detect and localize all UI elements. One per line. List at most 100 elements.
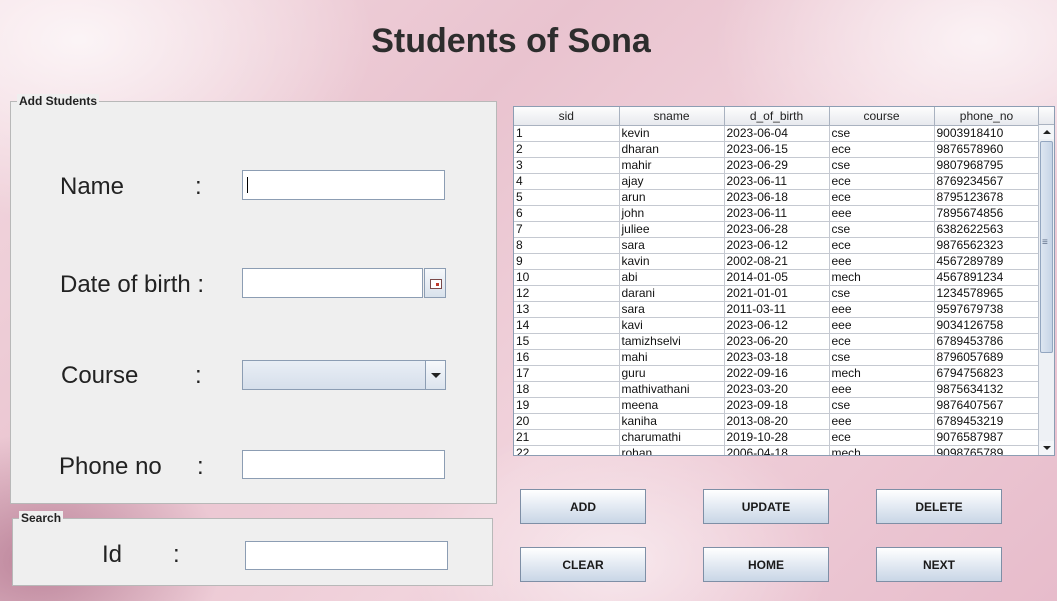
- table-cell-sname[interactable]: mahi: [619, 349, 725, 366]
- table-cell-sid[interactable]: 3: [514, 157, 620, 174]
- table-cell-d-of-birth[interactable]: 2023-06-15: [724, 141, 830, 158]
- table-cell-course[interactable]: ece: [829, 173, 935, 190]
- table-cell-course[interactable]: cse: [829, 349, 935, 366]
- course-select[interactable]: [242, 360, 446, 390]
- table-cell-course[interactable]: cse: [829, 285, 935, 302]
- table-cell-phone-no[interactable]: 9597679738: [934, 301, 1040, 318]
- table-cell-sid[interactable]: 7: [514, 221, 620, 238]
- table-cell-d-of-birth[interactable]: 2023-06-11: [724, 173, 830, 190]
- column-header-sname[interactable]: sname: [619, 107, 725, 126]
- table-cell-sid[interactable]: 15: [514, 333, 620, 350]
- table-row[interactable]: 12 darani 2021-01-01 cse 1234578965: [514, 285, 1040, 302]
- table-cell-sid[interactable]: 10: [514, 269, 620, 286]
- table-cell-sname[interactable]: charumathi: [619, 429, 725, 446]
- table-cell-sid[interactable]: 6: [514, 205, 620, 222]
- column-header-sid[interactable]: sid: [514, 107, 620, 126]
- table-row[interactable]: 18 mathivathani 2023-03-20 eee 9875634132: [514, 381, 1040, 398]
- table-row[interactable]: 6 john 2023-06-11 eee 7895674856: [514, 205, 1040, 222]
- table-cell-sname[interactable]: kevin: [619, 125, 725, 142]
- table-cell-phone-no[interactable]: 6789453786: [934, 333, 1040, 350]
- table-cell-course[interactable]: eee: [829, 301, 935, 318]
- table-cell-phone-no[interactable]: 9876578960: [934, 141, 1040, 158]
- table-row[interactable]: 4 ajay 2023-06-11 ece 8769234567: [514, 173, 1040, 190]
- scroll-up-icon[interactable]: [1039, 125, 1054, 139]
- table-cell-sid[interactable]: 9: [514, 253, 620, 270]
- table-cell-sid[interactable]: 22: [514, 445, 620, 455]
- table-cell-sid[interactable]: 21: [514, 429, 620, 446]
- table-cell-sid[interactable]: 5: [514, 189, 620, 206]
- next-button[interactable]: NEXT: [876, 547, 1002, 582]
- table-cell-d-of-birth[interactable]: 2006-04-18: [724, 445, 830, 455]
- table-row[interactable]: 5 arun 2023-06-18 ece 8795123678: [514, 189, 1040, 206]
- update-button[interactable]: UPDATE: [703, 489, 829, 524]
- table-cell-d-of-birth[interactable]: 2019-10-28: [724, 429, 830, 446]
- table-cell-d-of-birth[interactable]: 2023-06-11: [724, 205, 830, 222]
- table-row[interactable]: 21 charumathi 2019-10-28 ece 9076587987: [514, 429, 1040, 446]
- table-cell-d-of-birth[interactable]: 2023-03-18: [724, 349, 830, 366]
- table-cell-d-of-birth[interactable]: 2023-06-20: [724, 333, 830, 350]
- table-cell-sid[interactable]: 13: [514, 301, 620, 318]
- table-cell-sname[interactable]: arun: [619, 189, 725, 206]
- table-cell-phone-no[interactable]: 8769234567: [934, 173, 1040, 190]
- table-cell-d-of-birth[interactable]: 2023-03-20: [724, 381, 830, 398]
- table-cell-phone-no[interactable]: 9034126758: [934, 317, 1040, 334]
- table-cell-phone-no[interactable]: 6382622563: [934, 221, 1040, 238]
- table-cell-sname[interactable]: dharan: [619, 141, 725, 158]
- table-row[interactable]: 17 guru 2022-09-16 mech 6794756823: [514, 365, 1040, 382]
- table-cell-sid[interactable]: 1: [514, 125, 620, 142]
- students-table[interactable]: sid sname d_of_birth course phone_no 1 ke…: [513, 106, 1055, 456]
- table-cell-phone-no[interactable]: 9875634132: [934, 381, 1040, 398]
- table-row[interactable]: 19 meena 2023-09-18 cse 9876407567: [514, 397, 1040, 414]
- table-cell-phone-no[interactable]: 9098765789: [934, 445, 1040, 455]
- table-cell-sid[interactable]: 18: [514, 381, 620, 398]
- table-row[interactable]: 8 sara 2023-06-12 ece 9876562323: [514, 237, 1040, 254]
- table-cell-d-of-birth[interactable]: 2013-08-20: [724, 413, 830, 430]
- table-row[interactable]: 7 juliee 2023-06-28 cse 6382622563: [514, 221, 1040, 238]
- table-cell-phone-no[interactable]: 1234578965: [934, 285, 1040, 302]
- table-cell-sname[interactable]: darani: [619, 285, 725, 302]
- table-cell-course[interactable]: ece: [829, 237, 935, 254]
- table-cell-d-of-birth[interactable]: 2023-06-29: [724, 157, 830, 174]
- table-cell-phone-no[interactable]: 6789453219: [934, 413, 1040, 430]
- table-cell-phone-no[interactable]: 9003918410: [934, 125, 1040, 142]
- table-cell-course[interactable]: eee: [829, 317, 935, 334]
- table-cell-d-of-birth[interactable]: 2022-09-16: [724, 365, 830, 382]
- table-cell-course[interactable]: eee: [829, 413, 935, 430]
- table-cell-course[interactable]: cse: [829, 397, 935, 414]
- table-cell-course[interactable]: mech: [829, 269, 935, 286]
- table-row[interactable]: 14 kavi 2023-06-12 eee 9034126758: [514, 317, 1040, 334]
- delete-button[interactable]: DELETE: [876, 489, 1002, 524]
- table-cell-phone-no[interactable]: 4567891234: [934, 269, 1040, 286]
- scroll-down-icon[interactable]: [1039, 441, 1054, 455]
- table-cell-course[interactable]: eee: [829, 381, 935, 398]
- table-cell-sid[interactable]: 16: [514, 349, 620, 366]
- table-cell-course[interactable]: mech: [829, 445, 935, 455]
- calendar-button[interactable]: [424, 268, 446, 298]
- table-cell-sid[interactable]: 12: [514, 285, 620, 302]
- table-cell-phone-no[interactable]: 9807968795: [934, 157, 1040, 174]
- table-cell-course[interactable]: cse: [829, 125, 935, 142]
- phone-input[interactable]: [242, 450, 445, 479]
- table-cell-sname[interactable]: kaniha: [619, 413, 725, 430]
- table-cell-course[interactable]: ece: [829, 141, 935, 158]
- table-cell-course[interactable]: ece: [829, 333, 935, 350]
- table-cell-d-of-birth[interactable]: 2023-06-12: [724, 237, 830, 254]
- table-cell-course[interactable]: ece: [829, 429, 935, 446]
- table-cell-sname[interactable]: rohan: [619, 445, 725, 455]
- table-cell-phone-no[interactable]: 9876562323: [934, 237, 1040, 254]
- id-search-input[interactable]: [245, 541, 448, 570]
- column-header-d-of-birth[interactable]: d_of_birth: [724, 107, 830, 126]
- table-cell-sid[interactable]: 19: [514, 397, 620, 414]
- add-button[interactable]: ADD: [520, 489, 646, 524]
- table-row[interactable]: 3 mahir 2023-06-29 cse 9807968795: [514, 157, 1040, 174]
- table-cell-sname[interactable]: juliee: [619, 221, 725, 238]
- home-button[interactable]: HOME: [703, 547, 829, 582]
- table-cell-sname[interactable]: kavi: [619, 317, 725, 334]
- table-cell-sid[interactable]: 20: [514, 413, 620, 430]
- table-cell-d-of-birth[interactable]: 2021-01-01: [724, 285, 830, 302]
- table-vertical-scrollbar[interactable]: [1038, 125, 1054, 455]
- table-cell-d-of-birth[interactable]: 2023-06-04: [724, 125, 830, 142]
- table-cell-course[interactable]: eee: [829, 253, 935, 270]
- table-cell-sname[interactable]: sara: [619, 237, 725, 254]
- table-cell-sname[interactable]: abi: [619, 269, 725, 286]
